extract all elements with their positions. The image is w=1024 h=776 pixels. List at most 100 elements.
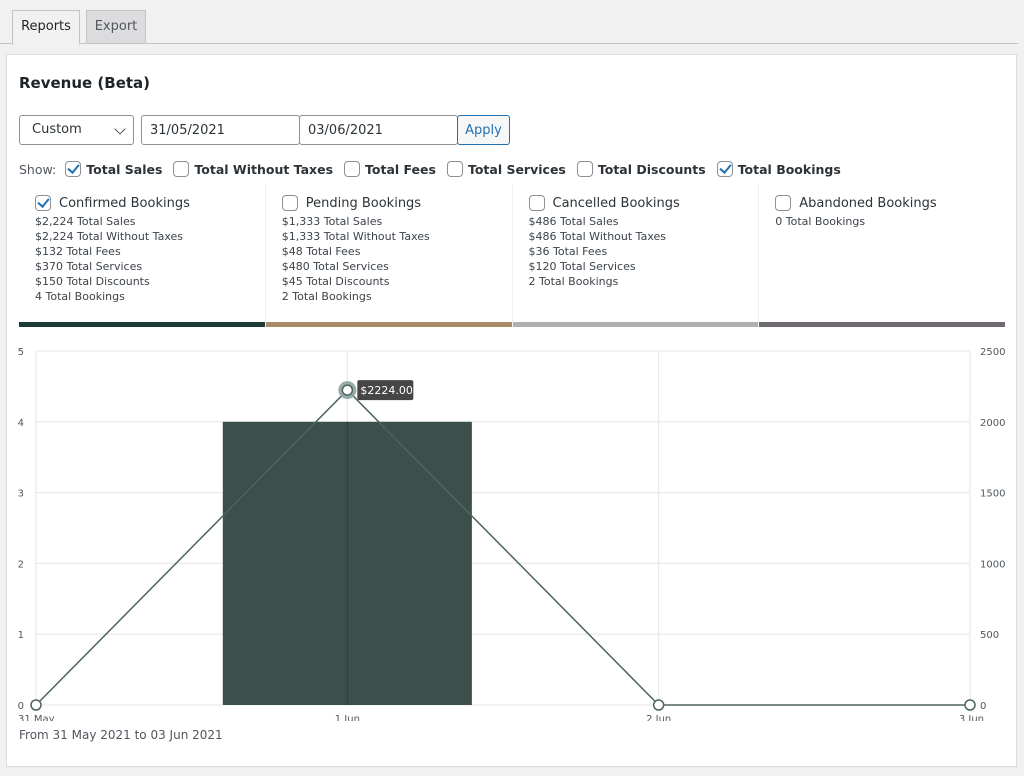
metric-label: Total Services [313, 260, 389, 273]
line-total-sales [35, 389, 970, 706]
revenue-chart: 0 1 2 3 4 5 0 500 1000 1500 2000 2500 31 May 1 Jun 2 J… [7, 341, 1018, 725]
range-select[interactable]: Custom [19, 115, 134, 145]
card-metric: 2 Total Bookings [282, 289, 512, 304]
right-tick-label: 1000 [980, 559, 1005, 570]
date-to-input[interactable] [299, 115, 458, 145]
left-tick-label: 4 [18, 418, 24, 429]
range-caption: From 31 May 2021 to 03 Jun 2021 [19, 728, 223, 742]
card-header[interactable]: Pending Bookings [281, 195, 512, 211]
metric-value: $486 [528, 230, 557, 243]
card-metric: $2,224 Total Sales [35, 214, 265, 229]
metric-label: Total Discounts [306, 275, 390, 288]
metric-value: 2 [528, 275, 536, 288]
status-card-pending-bookings: Pending Bookings $1,333 Total Sales $1,333… [265, 185, 513, 327]
right-tick-label: 1500 [980, 489, 1005, 500]
card-header[interactable]: Confirmed Bookings [35, 195, 265, 211]
metric-label: Total Bookings [45, 290, 125, 303]
metric-label: Total Bookings [785, 215, 866, 228]
show-total-services[interactable]: Total Services [446, 161, 566, 177]
x-tick-label: 2 Jun [646, 714, 671, 721]
right-tick-label: 2000 [980, 418, 1005, 429]
card-metric: $486 Total Sales [529, 214, 759, 229]
checkbox[interactable] [576, 161, 593, 177]
metric-value: 0 [775, 215, 783, 228]
checkbox[interactable] [65, 161, 82, 177]
tooltip: $2224.00 [357, 380, 414, 401]
card-header[interactable]: Abandoned Bookings [775, 195, 1005, 211]
left-tick-label: 0 [18, 701, 24, 712]
metric-label: Total Without Taxes [560, 230, 666, 243]
option-label: Total Services [467, 161, 566, 177]
tab-reports[interactable]: Reports [12, 10, 80, 45]
card-metric: $150 Total Discounts [35, 274, 265, 289]
card-title: Cancelled Bookings [552, 195, 680, 211]
card-metric: $370 Total Services [35, 259, 265, 274]
revenue-panel: Revenue (Beta) Custom Apply Show: Total … [6, 54, 1017, 767]
range-select-value: Custom [32, 122, 82, 137]
tab-export[interactable]: Export [86, 10, 146, 44]
card-metric: $1,333 Total Sales [282, 214, 512, 229]
card-metric: $1,333 Total Without Taxes [282, 229, 512, 244]
card-metric: 2 Total Bookings [529, 274, 759, 289]
metric-value: $48 [281, 245, 303, 258]
metric-value: $36 [528, 245, 550, 258]
card-metric: 4 Total Bookings [35, 289, 265, 304]
metric-label: Total Bookings [539, 275, 619, 288]
card-metric: $480 Total Services [282, 259, 512, 274]
card-metric: $120 Total Services [529, 259, 759, 274]
metric-value: $132 [35, 245, 63, 258]
show-total-bookings[interactable]: Total Bookings [716, 161, 841, 177]
checkbox[interactable] [344, 161, 361, 177]
left-tick-label: 1 [18, 630, 24, 641]
status-card-confirmed-bookings: Confirmed Bookings $2,224 Total Sales $2,2… [19, 185, 266, 327]
metric-label: Total Sales [323, 215, 383, 228]
status-card-abandoned-bookings: Abandoned Bookings 0 Total Bookings [759, 185, 1005, 327]
apply-button[interactable]: Apply [457, 115, 510, 145]
line-point [341, 384, 354, 396]
show-total-without-taxes[interactable]: Total Without Taxes [173, 161, 333, 177]
card-metric: 0 Total Bookings [775, 214, 1005, 229]
checkbox[interactable] [716, 161, 733, 177]
tooltip-text: $2224.00 [360, 384, 413, 397]
metric-label: Total Sales [77, 215, 136, 228]
show-total-fees[interactable]: Total Fees [344, 161, 436, 177]
card-title: Confirmed Bookings [59, 195, 190, 211]
card-metric: $48 Total Fees [282, 244, 512, 259]
right-tick-label: 500 [980, 630, 999, 641]
card-color-bar [19, 322, 265, 327]
metric-value: $2,224 [35, 230, 74, 243]
status-card-cancelled-bookings: Cancelled Bookings $486 Total Sales $486 T… [512, 185, 760, 327]
metric-value: $120 [528, 260, 557, 273]
show-options: Show: Total Sales Total Without Taxes To… [19, 161, 852, 177]
metric-value: $1,333 [281, 215, 321, 228]
metric-label: Total Services [66, 260, 143, 273]
date-from-input[interactable] [141, 115, 300, 145]
metric-value: $2,224 [35, 215, 74, 228]
metric-label: Total Without Taxes [323, 230, 430, 243]
card-header[interactable]: Cancelled Bookings [528, 195, 759, 211]
metric-label: Total Services [560, 260, 636, 273]
left-tick-label: 5 [18, 347, 24, 358]
card-title: Pending Bookings [305, 195, 422, 211]
card-checkbox[interactable] [775, 195, 792, 211]
line-point [652, 699, 665, 711]
metric-value: 2 [281, 290, 289, 303]
card-checkbox[interactable] [528, 195, 545, 211]
x-tick-label: 1 Jun [335, 714, 360, 721]
show-total-discounts[interactable]: Total Discounts [576, 161, 706, 177]
card-checkbox[interactable] [281, 195, 298, 211]
status-cards: Confirmed Bookings $2,224 Total Sales $2,2… [19, 185, 1005, 327]
option-label: Total Sales [86, 161, 163, 177]
metric-value: 4 [35, 290, 42, 303]
card-checkbox[interactable] [35, 195, 51, 211]
show-total-sales[interactable]: Total Sales [65, 161, 162, 177]
option-label: Total Without Taxes [194, 161, 334, 177]
checkbox[interactable] [446, 161, 463, 177]
card-color-bar [265, 322, 512, 327]
left-tick-label: 3 [18, 489, 24, 500]
metric-value: $45 [281, 275, 303, 288]
checkbox[interactable] [173, 161, 190, 177]
metric-label: Total Sales [560, 215, 619, 228]
metric-label: Total Without Taxes [77, 230, 183, 243]
x-tick-label: 3 Jun [959, 714, 984, 721]
